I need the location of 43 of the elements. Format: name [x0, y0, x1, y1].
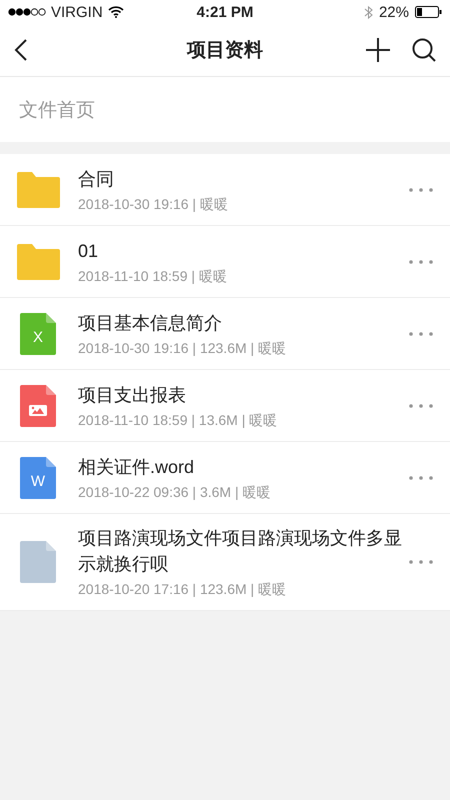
page-title: 项目资料	[186, 39, 264, 63]
file-row[interactable]: 项目路演现场文件项目路演现场文件多显示就换行呗 2018-10-20 17:16 | 123.6M | 暖暖	[0, 514, 450, 611]
more-icon[interactable]	[408, 474, 434, 480]
file-details: 2018-10-22 09:36 | 3.6M | 暖暖	[78, 484, 272, 502]
search-button[interactable]	[412, 38, 436, 62]
clock-time: 4:21 PM	[196, 4, 254, 20]
add-button[interactable]	[366, 38, 390, 62]
back-button[interactable]	[14, 39, 28, 61]
image-file-icon	[20, 384, 56, 426]
file-details: 2018-10-30 19:16 | 123.6M | 暖暖	[78, 340, 288, 358]
file-details: 2018-10-20 17:16 | 123.6M | 暖暖	[78, 581, 288, 599]
file-name: 项目路演现场文件项目路演现场文件多显示就换行呗	[78, 527, 403, 576]
bluetooth-icon	[364, 4, 373, 20]
file-details: 2018-11-10 18:59 | 13.6M | 暖暖	[78, 412, 278, 430]
battery-percent: 22%	[378, 4, 409, 20]
more-icon[interactable]	[408, 402, 434, 408]
more-icon[interactable]	[408, 186, 434, 192]
file-type-label: X	[32, 328, 44, 346]
file-name: 相关证件.word	[78, 456, 196, 478]
document-icon	[20, 456, 56, 498]
file-row[interactable]: 01 2018-11-10 18:59 | 暖暖	[0, 226, 450, 298]
file-row[interactable]: W 相关证件.word 2018-10-22 09:36 | 3.6M | 暖暖	[0, 442, 450, 514]
carrier-name: VIRGIN	[51, 4, 103, 20]
more-icon[interactable]	[408, 330, 434, 336]
file-row[interactable]: 合同 2018-10-30 19:16 | 暖暖	[0, 154, 450, 226]
file-name: 项目基本信息简介	[78, 312, 223, 334]
file-name: 项目支出报表	[78, 384, 187, 406]
more-icon[interactable]	[408, 559, 434, 565]
file-details: 2018-11-10 18:59 | 暖暖	[78, 268, 228, 286]
more-icon[interactable]	[408, 258, 434, 264]
file-row[interactable]: X 项目基本信息简介 2018-10-30 19:16 | 123.6M | 暖暖	[0, 298, 450, 370]
file-details: 2018-10-30 19:16 | 暖暖	[78, 196, 229, 214]
file-name: 合同	[78, 168, 115, 190]
document-icon	[20, 312, 56, 354]
signal-icon	[8, 8, 46, 16]
document-icon	[20, 541, 56, 583]
folder-icon	[16, 244, 60, 280]
folder-icon	[16, 172, 60, 208]
wifi-icon	[108, 6, 124, 18]
battery-icon	[415, 6, 442, 18]
file-row[interactable]: 项目支出报表 2018-11-10 18:59 | 13.6M | 暖暖	[0, 370, 450, 442]
file-type-label: W	[30, 472, 46, 490]
file-name: 01	[78, 240, 100, 262]
